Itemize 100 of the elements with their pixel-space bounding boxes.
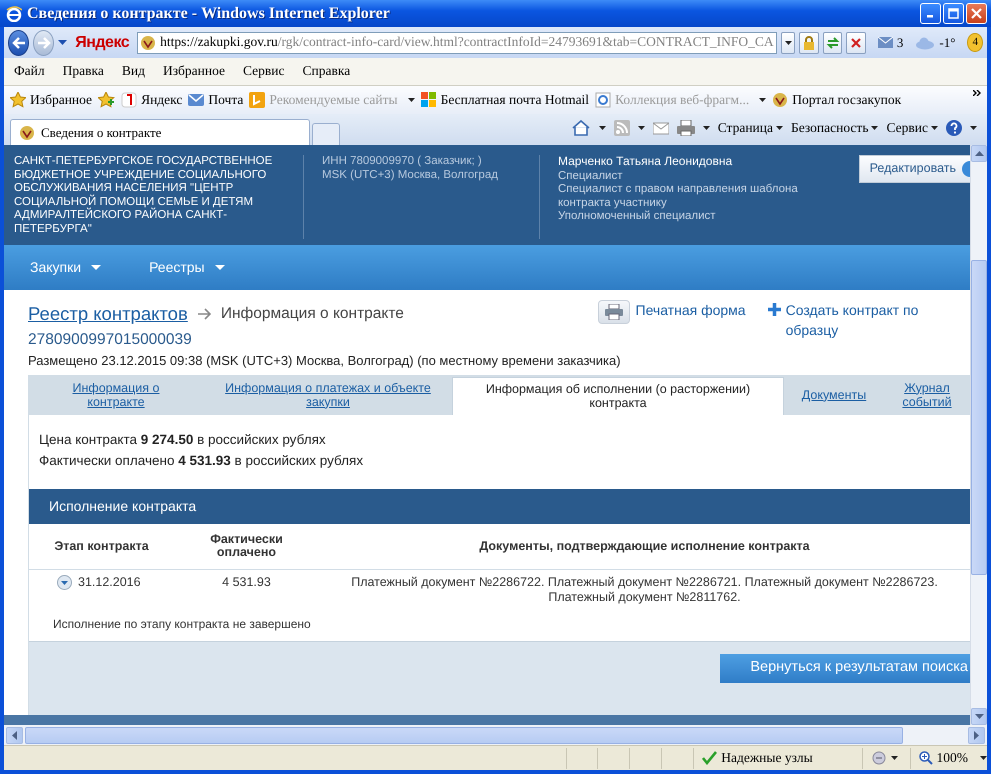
column-header: Документы, подтверждающие исполнение контракта	[478, 540, 811, 552]
caret-icon[interactable]	[890, 756, 898, 760]
address-field[interactable]: https://zakupki.gov.ru/rgk/contract-info-card/view.html?contractInfoId=24793691&tab=CONTRACT_INFO_CA	[137, 32, 777, 54]
caret-icon[interactable]	[871, 126, 878, 130]
tab[interactable]: Информация о платежах и объекте закупки	[204, 374, 452, 414]
caret-icon[interactable]	[970, 126, 977, 130]
stop-icon[interactable]	[850, 36, 862, 48]
favorites-link[interactable]: Яндекс	[121, 90, 182, 110]
back-arrow-icon[interactable]	[12, 36, 26, 48]
nav-menu[interactable]: Закупки	[22, 257, 110, 278]
section-header: Исполнение контракта	[29, 488, 970, 524]
scroll-left-icon[interactable]	[12, 730, 17, 740]
mail-count: 3	[896, 34, 904, 52]
scroll-thumb[interactable]	[971, 260, 987, 575]
published-date: Размещено 23.12.2015 09:38 (MSK (UTC+3) Москва, Волгоград) (по местному времени заказчика)	[28, 352, 622, 370]
security-zone: Надежные узлы	[721, 748, 813, 767]
breadcrumb-current: Информация о контракте	[220, 304, 404, 324]
menu-item[interactable]: Справка	[302, 61, 350, 82]
user-name: Марченко Татьяна Леонидовна	[558, 155, 734, 168]
help-icon[interactable]	[946, 120, 962, 136]
tab[interactable]: Информация об исполнении (о расторжении) контракта	[452, 376, 784, 414]
menu-item[interactable]: Вид	[122, 61, 145, 82]
tab[interactable]: Документы	[784, 374, 884, 414]
caret-icon[interactable]	[784, 40, 792, 44]
emblem-icon	[772, 92, 788, 108]
mail-icon[interactable]	[878, 36, 893, 49]
emblem-icon	[19, 124, 35, 140]
browser-logo-icon	[6, 6, 22, 22]
maximize-icon[interactable]	[948, 8, 959, 19]
printer-icon[interactable]	[604, 304, 623, 320]
four-squares-icon	[420, 92, 437, 108]
address-dropdown[interactable]	[780, 32, 796, 54]
caret-icon[interactable]	[776, 126, 783, 130]
favorites-link[interactable]: Почта	[188, 90, 244, 110]
check-icon	[702, 751, 718, 765]
scroll-up-icon[interactable]	[974, 151, 984, 156]
user-role: Уполномоченный специалист	[558, 210, 717, 224]
horizontal-scrollbar[interactable]	[4, 725, 987, 745]
expand-icon[interactable]	[57, 574, 72, 590]
close-button[interactable]	[966, 3, 987, 24]
scroll-right-icon[interactable]	[974, 730, 979, 740]
menu-item[interactable]: Правка	[62, 61, 104, 82]
contract-number: 2780900997015000039	[28, 330, 193, 350]
caret-icon[interactable]	[638, 126, 645, 130]
command-menu[interactable]: Страница	[718, 118, 783, 138]
window-title: Сведения о контракте - Windows Internet Explorer	[27, 4, 391, 24]
caret-icon[interactable]	[980, 756, 988, 760]
star-icon	[10, 92, 26, 108]
plus-icon[interactable]	[768, 303, 781, 316]
maximize-button[interactable]	[943, 3, 964, 24]
print-form-link[interactable]: Печатная форма	[636, 300, 746, 320]
notification-badge[interactable]: 4	[967, 33, 983, 52]
summary-text: Цена контракта 9 274.50 в российских рублях	[38, 430, 327, 449]
registry-link[interactable]: Реестр контрактов	[28, 300, 188, 328]
add-favorite-icon[interactable]	[98, 92, 116, 108]
tab[interactable]: Информация о контракте	[28, 374, 204, 414]
arrow-icon	[198, 308, 211, 320]
refresh-button[interactable]	[822, 32, 842, 54]
create-contract-link[interactable]: Создать контракт по образцу	[786, 300, 943, 340]
vertical-scrollbar[interactable]	[970, 145, 987, 725]
menu-item[interactable]: Файл	[14, 61, 45, 82]
scroll-thumb[interactable]	[25, 726, 903, 744]
minimize-button[interactable]	[920, 3, 941, 24]
menu-item[interactable]: Сервис	[243, 61, 285, 82]
protected-mode-icon[interactable]	[870, 750, 887, 766]
close-icon[interactable]	[971, 8, 982, 19]
favorites-button[interactable]: Избранное	[10, 90, 92, 110]
user-role: Специалист	[558, 170, 624, 183]
print-button[interactable]	[598, 300, 630, 324]
caret-icon[interactable]	[931, 126, 938, 130]
lock-icon[interactable]	[802, 34, 816, 50]
user-role: Специалист с правом направления шаблона контракта участнику	[558, 183, 799, 210]
command-menu[interactable]: Сервис	[886, 118, 938, 138]
envelope-icon[interactable]	[652, 121, 669, 136]
caret-icon[interactable]	[702, 126, 710, 130]
nav-menu[interactable]: Реестры	[141, 257, 233, 278]
scroll-down-icon[interactable]	[974, 714, 984, 719]
emblem-icon	[140, 34, 156, 50]
back-button[interactable]	[8, 30, 30, 56]
timezone-text: MSK (UTC+3) Москва, Волгоград	[322, 168, 499, 182]
caret-icon[interactable]	[598, 126, 606, 130]
chevron-icon[interactable]	[973, 90, 981, 96]
stop-button[interactable]	[846, 32, 866, 54]
brand-logo: Яндекс	[75, 32, 130, 52]
refresh-icon[interactable]	[826, 36, 840, 50]
command-menu[interactable]: Безопасность	[791, 118, 878, 138]
menu-item[interactable]: Избранное	[162, 61, 226, 82]
history-caret-icon[interactable]	[58, 40, 68, 45]
tab[interactable]: Журнал событий	[884, 374, 970, 414]
zoom-icon[interactable]	[918, 751, 933, 765]
home-icon[interactable]	[570, 119, 591, 138]
column-header: Фактически оплачено	[209, 533, 284, 559]
page-icon	[595, 92, 612, 108]
edit-button[interactable]: Редактировать	[858, 155, 970, 183]
printer-icon[interactable]	[676, 120, 695, 136]
favorites-link[interactable]: Бесплатная почта Hotmail	[420, 90, 590, 110]
zoom-control[interactable]: 100%	[910, 748, 988, 768]
browser-tab[interactable]: Сведения о контракте	[10, 119, 310, 145]
favorites-link[interactable]: Портал госзакупок	[772, 90, 902, 110]
table-cell-text: 4 531.93	[221, 574, 272, 590]
